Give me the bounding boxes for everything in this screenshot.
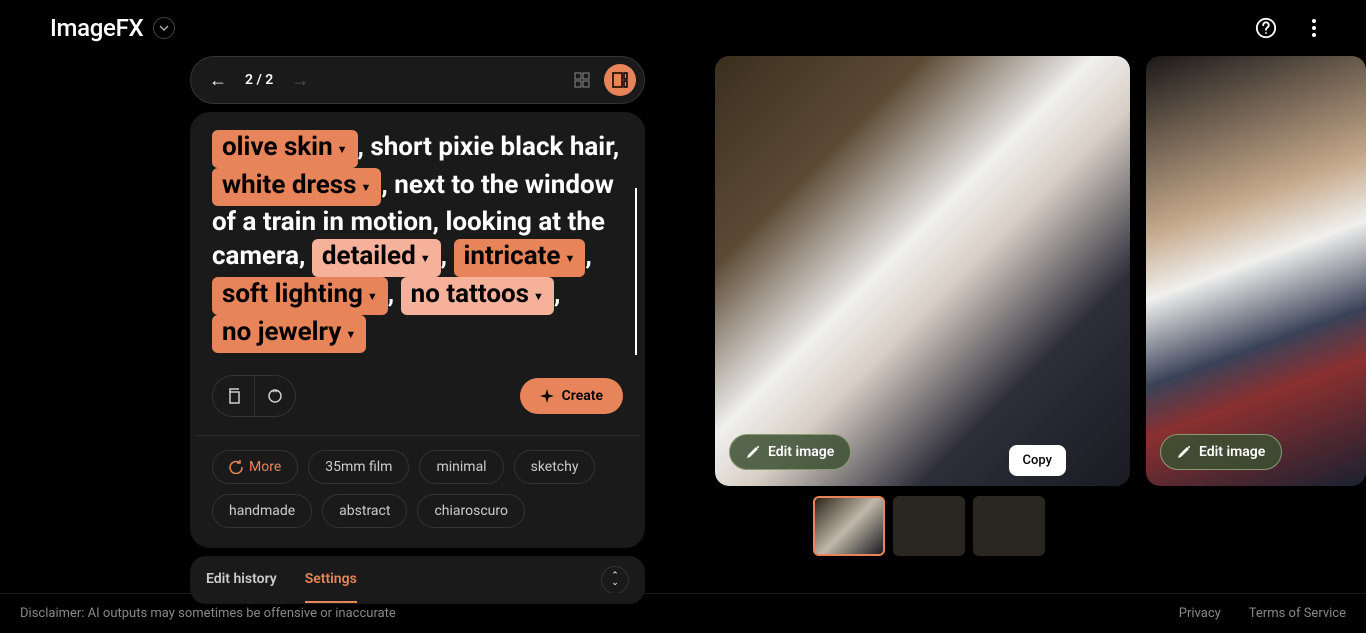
prompt-text[interactable]: olive skin▼, short pixie black hair, whi… [212,130,623,353]
prompt-segment: , [441,241,454,271]
prompt-chip-white-dress[interactable]: white dress▼ [212,168,381,206]
copy-prompt-button[interactable] [212,375,254,417]
privacy-link[interactable]: Privacy [1179,606,1221,621]
next-arrow-icon[interactable]: → [291,70,309,91]
more-suggestions-button[interactable]: More [212,450,298,484]
help-icon[interactable] [1254,16,1278,40]
prompt-chip-olive-skin[interactable]: olive skin▼ [212,130,358,168]
prompt-card: olive skin▼, short pixie black hair, whi… [190,112,645,548]
expand-button[interactable]: ⌃⌄ [601,566,629,594]
prompt-chip-soft-lighting[interactable]: soft lighting▼ [212,277,388,315]
suggestion-chip[interactable]: chiaroscuro [417,494,525,528]
prompt-chip-detailed[interactable]: detailed▼ [312,239,441,277]
suggestion-chip[interactable]: handmade [212,494,312,528]
prompt-chip-no-tattoos[interactable]: no tattoos▼ [401,277,554,315]
suggestion-chip[interactable]: minimal [419,450,503,484]
split-view-button[interactable] [604,64,636,96]
app-logo[interactable]: ImageFX [50,14,143,42]
prompt-chip-no-jewelry[interactable]: no jewelry▼ [212,315,366,353]
generated-image-main[interactable]: Edit image Copy [715,56,1130,486]
prompt-segment: , short pixie black hair, [358,132,620,162]
prompt-chip-intricate[interactable]: intricate▼ [454,239,586,277]
copy-tooltip: Copy [1009,445,1066,476]
prompt-segment: , [585,241,591,271]
terms-link[interactable]: Terms of Service [1249,606,1346,621]
suggestion-chip[interactable]: sketchy [514,450,596,484]
page-indicator: 2 / 2 [245,72,273,88]
thumbnail[interactable] [973,496,1045,556]
prev-arrow-icon[interactable]: ← [209,70,227,91]
suggestion-chip[interactable]: 35mm film [308,450,409,484]
suggestion-chip[interactable]: abstract [322,494,407,528]
shuffle-button[interactable] [254,375,296,417]
disclaimer-text: Disclaimer: AI outputs may sometimes be … [20,606,396,621]
create-button[interactable]: Create [520,378,623,414]
edit-image-button[interactable]: Edit image [1160,434,1282,470]
thumbnail[interactable] [893,496,965,556]
history-nav: ← 2 / 2 → [190,56,645,104]
prompt-segment: , [554,279,560,309]
generated-image-secondary[interactable]: Edit image [1146,56,1366,486]
prompt-segment: , [388,279,401,309]
thumbnail[interactable] [813,496,885,556]
more-menu-icon[interactable] [1302,16,1326,40]
logo-dropdown[interactable] [153,17,175,39]
edit-image-button[interactable]: Edit image [729,434,851,470]
grid-view-button[interactable] [566,64,598,96]
